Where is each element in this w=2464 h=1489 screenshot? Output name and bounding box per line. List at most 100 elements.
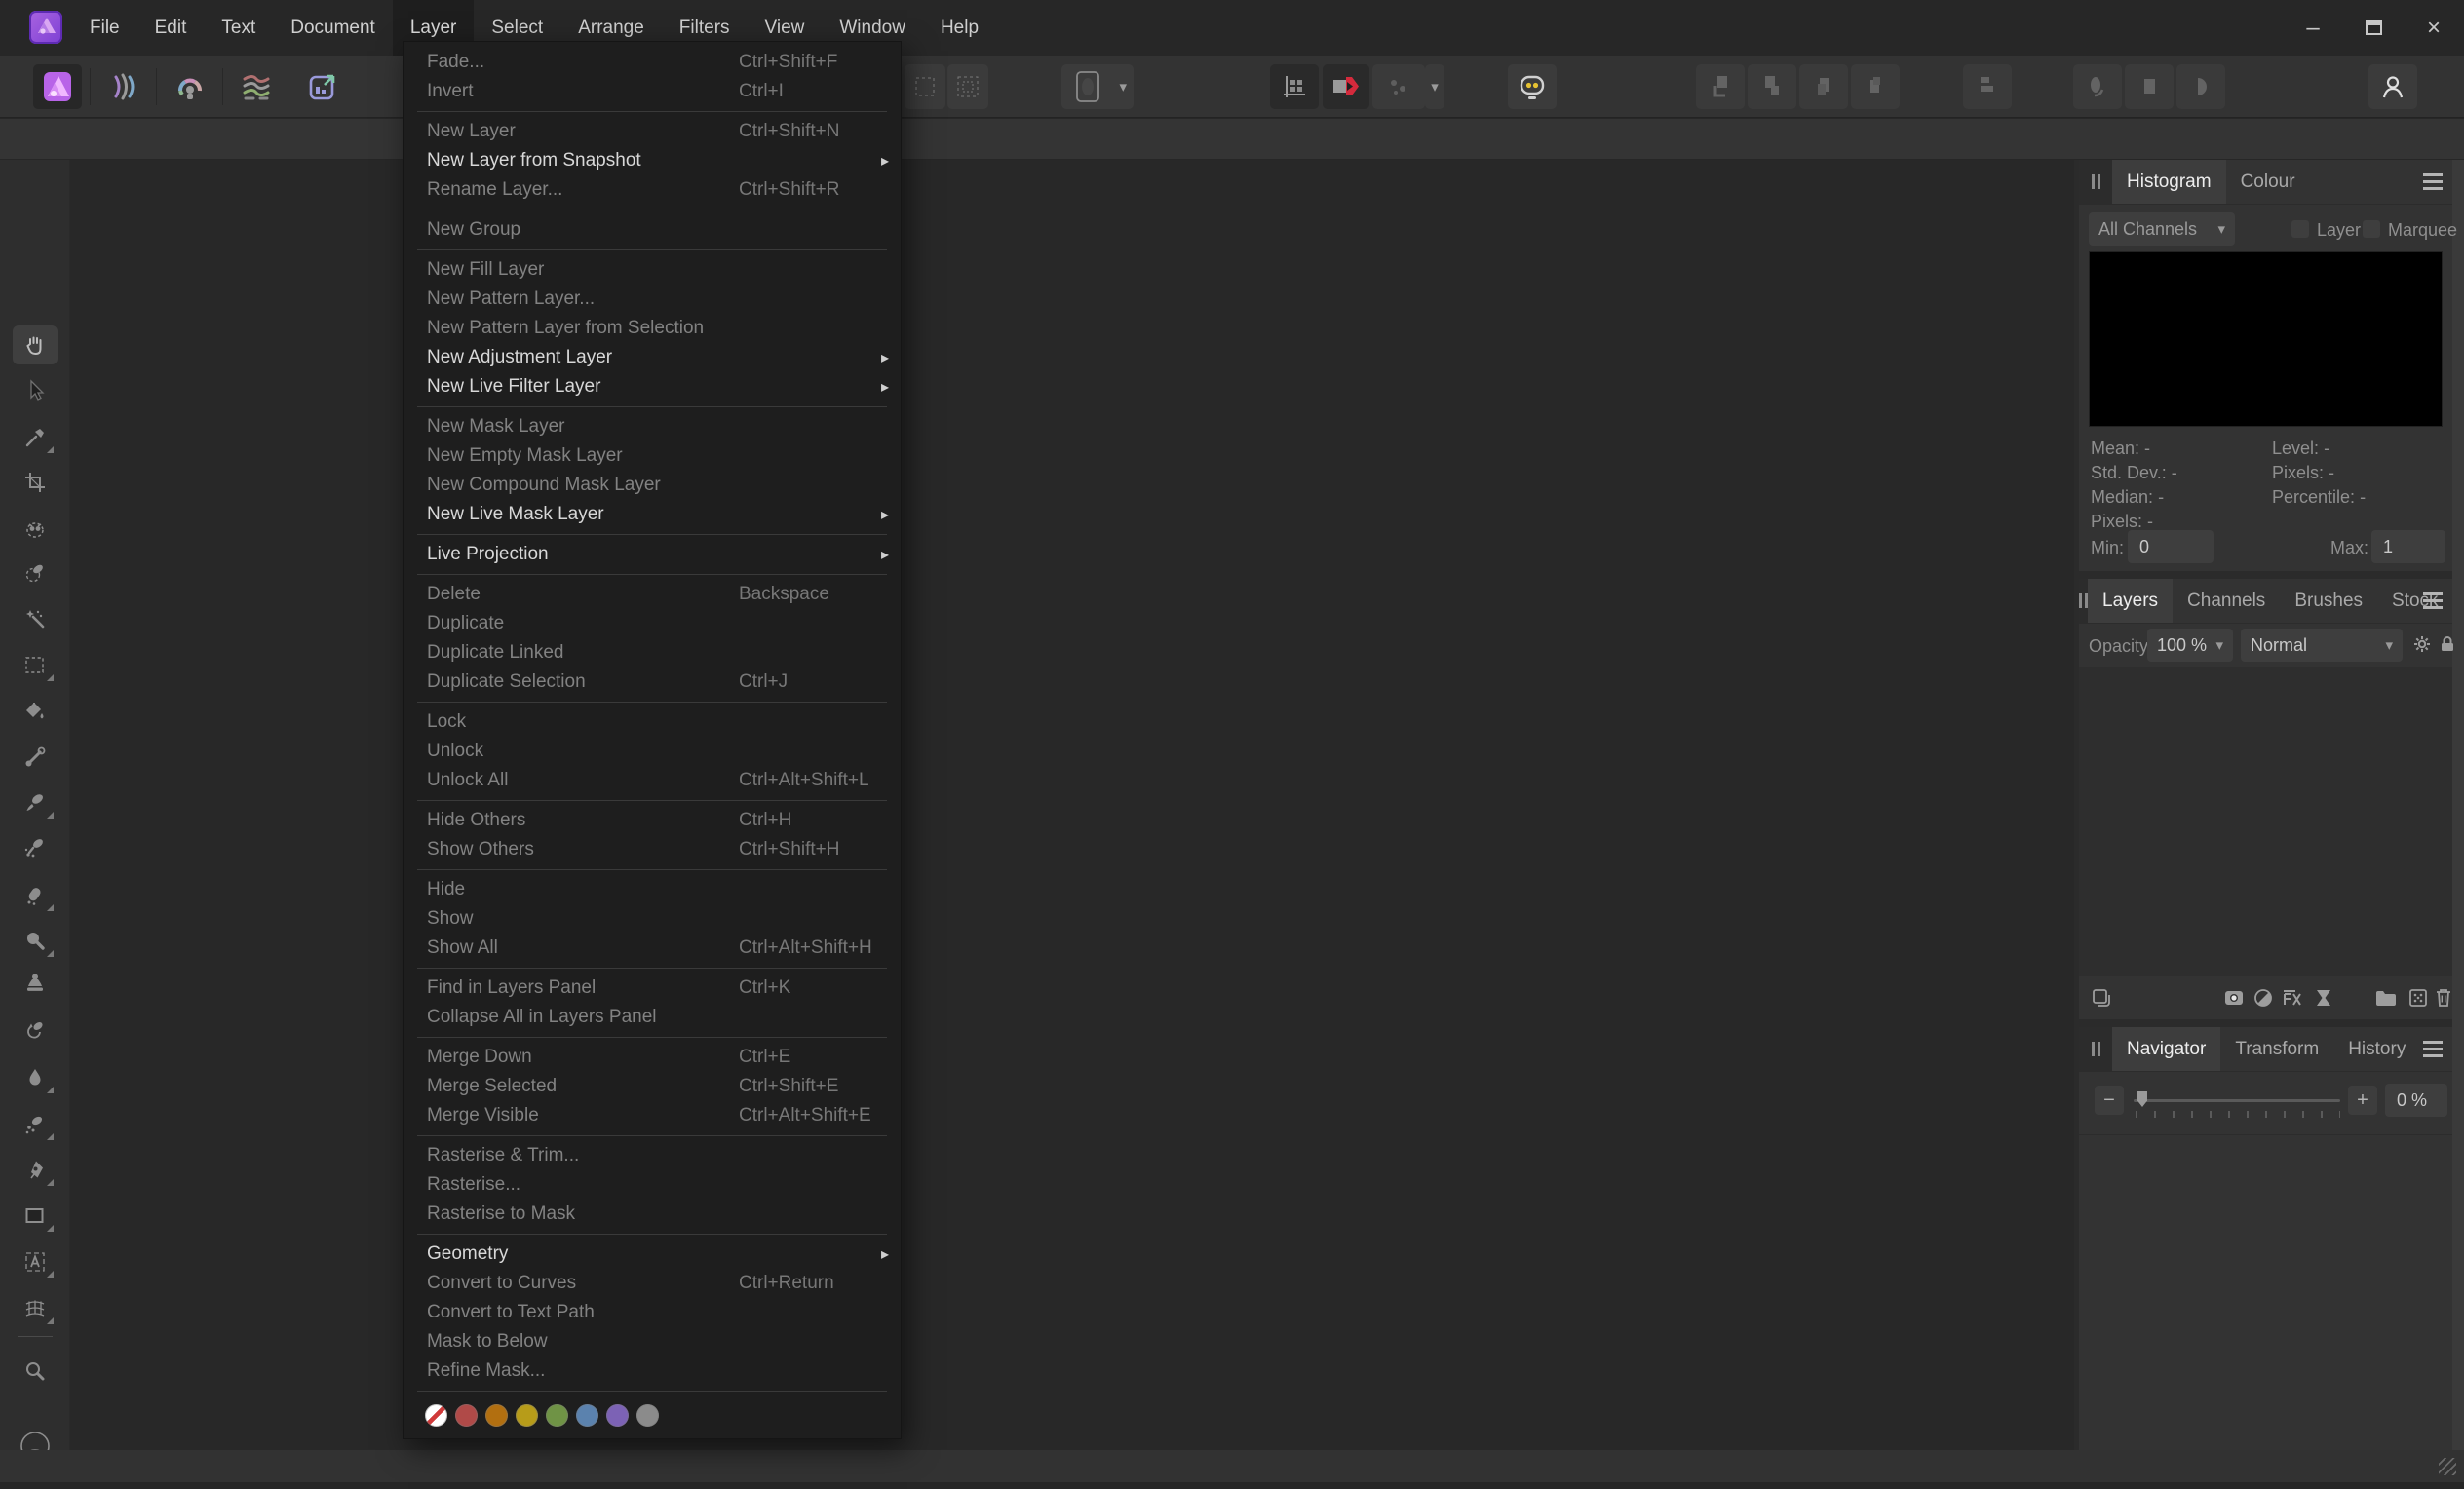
move-to-back-button[interactable]	[1851, 64, 1900, 109]
gradient-tool[interactable]	[13, 738, 58, 777]
menu-item-delete[interactable]: Delete Backspace	[404, 580, 901, 609]
text-tool[interactable]	[13, 1242, 58, 1281]
menu-item-collapse-all-in-layers-panel[interactable]: Collapse All in Layers Panel	[404, 1003, 901, 1032]
menu-item-rasterise-and-trim[interactable]: Rasterise & Trim...	[404, 1141, 901, 1170]
colour-picker-tool[interactable]	[13, 418, 58, 457]
menu-separator[interactable]	[404, 401, 901, 412]
tag-grey[interactable]	[636, 1404, 659, 1427]
menu-item-duplicate[interactable]: Duplicate	[404, 609, 901, 638]
align-button[interactable]	[2073, 64, 2122, 109]
menu-item-geometry[interactable]: Geometry ▸	[404, 1240, 901, 1269]
move-tool[interactable]	[13, 371, 58, 410]
tag-none[interactable]	[425, 1404, 447, 1427]
menu-text[interactable]: Text	[204, 0, 273, 56]
zoom-out-button[interactable]: −	[2095, 1086, 2124, 1115]
pen-tool[interactable]	[13, 1151, 58, 1190]
pixel-selection-button[interactable]	[905, 64, 945, 109]
close-button[interactable]: ×	[2404, 0, 2464, 56]
menu-item-fade[interactable]: Fade... Ctrl+Shift+F	[404, 48, 901, 77]
mesh-warp-tool[interactable]	[13, 1289, 58, 1328]
menu-item-duplicate-linked[interactable]: Duplicate Linked	[404, 638, 901, 668]
panel-menu-icon[interactable]	[2423, 173, 2443, 190]
account-button[interactable]	[2368, 64, 2417, 109]
menu-item-new-fill-layer[interactable]: New Fill Layer	[404, 255, 901, 285]
tag-red[interactable]	[455, 1404, 478, 1427]
colour-replacement-brush-tool[interactable]	[13, 828, 58, 867]
opacity-dropdown[interactable]: 100 % ▾	[2147, 629, 2233, 662]
liquify-persona-button[interactable]	[99, 64, 148, 109]
menu-item-rasterise[interactable]: Rasterise...	[404, 1170, 901, 1200]
panel-menu-icon[interactable]	[2423, 592, 2443, 609]
view-tool[interactable]	[13, 325, 58, 364]
menu-item-new-layer-from-snapshot[interactable]: New Layer from Snapshot ▸	[404, 146, 901, 175]
menu-item-convert-to-text-path[interactable]: Convert to Text Path	[404, 1298, 901, 1327]
move-backward-button[interactable]	[1799, 64, 1848, 109]
tab-colour[interactable]: Colour	[2226, 160, 2310, 204]
menu-item-hide-others[interactable]: Hide Others Ctrl+H	[404, 806, 901, 835]
tag-blue[interactable]	[576, 1404, 598, 1427]
minimize-button[interactable]: –	[2283, 0, 2343, 56]
menu-item-find-in-layers-panel[interactable]: Find in Layers Panel Ctrl+K	[404, 974, 901, 1003]
menu-item-merge-visible[interactable]: Merge Visible Ctrl+Alt+Shift+E	[404, 1101, 901, 1130]
crop-tool[interactable]	[13, 463, 58, 502]
menu-item-duplicate-selection[interactable]: Duplicate Selection Ctrl+J	[404, 668, 901, 697]
object-selection-tool[interactable]	[13, 510, 58, 549]
maximize-button[interactable]	[2343, 0, 2404, 56]
channel-select[interactable]: All Channels ▾	[2089, 212, 2235, 246]
menu-help[interactable]: Help	[923, 0, 996, 56]
distribute-button[interactable]	[2125, 64, 2174, 109]
menu-document[interactable]: Document	[273, 0, 393, 56]
smudge-tool[interactable]	[13, 1105, 58, 1144]
tag-orange[interactable]	[485, 1404, 508, 1427]
menu-separator[interactable]	[404, 864, 901, 875]
menu-item-convert-to-curves[interactable]: Convert to Curves Ctrl+Return	[404, 1269, 901, 1298]
duplicate-layer-icon[interactable]	[2087, 984, 2116, 1012]
gear-icon[interactable]	[2408, 630, 2436, 658]
blur-tool[interactable]	[13, 1058, 58, 1097]
snapping-toggle-button[interactable]	[1270, 64, 1319, 109]
rectangle-tool[interactable]	[13, 1197, 58, 1236]
layer-effects-icon[interactable]	[2278, 984, 2307, 1012]
trash-icon[interactable]	[2431, 984, 2456, 1012]
develop-persona-button[interactable]	[166, 64, 214, 109]
window-resize-grip[interactable]	[2439, 1458, 2456, 1475]
erase-brush-tool[interactable]	[13, 876, 58, 915]
menu-item-new-live-mask-layer[interactable]: New Live Mask Layer ▸	[404, 500, 901, 529]
menu-item-refine-mask[interactable]: Refine Mask...	[404, 1356, 901, 1386]
clone-stamp-tool[interactable]	[13, 964, 58, 1003]
menu-item-new-layer[interactable]: New Layer Ctrl+Shift+N	[404, 117, 901, 146]
tag-purple[interactable]	[606, 1404, 629, 1427]
new-pixel-layer-icon[interactable]	[2404, 984, 2433, 1012]
zoom-slider-thumb[interactable]	[2137, 1091, 2147, 1107]
menu-item-new-mask-layer[interactable]: New Mask Layer	[404, 412, 901, 441]
menu-separator[interactable]	[404, 1386, 901, 1396]
adjustment-layer-icon[interactable]	[2249, 984, 2278, 1012]
max-input[interactable]: 1	[2371, 530, 2445, 563]
snapping-options-dropdown[interactable]: ▾	[1425, 64, 1444, 109]
dock-resize-gutter[interactable]	[2452, 160, 2464, 1450]
menu-separator[interactable]	[404, 1130, 901, 1141]
layer-checkbox[interactable]	[2291, 220, 2309, 238]
menu-item-new-pattern-layer[interactable]: New Pattern Layer...	[404, 285, 901, 314]
menu-edit[interactable]: Edit	[137, 0, 205, 56]
flood-select-tool[interactable]	[13, 599, 58, 638]
menu-separator[interactable]	[404, 1032, 901, 1043]
tab-histogram[interactable]: Histogram	[2112, 160, 2226, 204]
export-persona-button[interactable]	[298, 64, 347, 109]
menu-item-new-pattern-layer-from-selection[interactable]: New Pattern Layer from Selection	[404, 314, 901, 343]
menu-separator[interactable]	[404, 569, 901, 580]
zoom-in-button[interactable]: +	[2348, 1086, 2377, 1115]
layers-list[interactable]	[2079, 667, 2452, 976]
assistant-button[interactable]	[1508, 64, 1557, 109]
menu-item-rename-layer[interactable]: Rename Layer... Ctrl+Shift+R	[404, 175, 901, 205]
group-layers-icon[interactable]	[2371, 984, 2401, 1012]
menu-item-new-adjustment-layer[interactable]: New Adjustment Layer ▸	[404, 343, 901, 372]
menu-item-new-compound-mask-layer[interactable]: New Compound Mask Layer	[404, 471, 901, 500]
tab-channels[interactable]: Channels	[2173, 579, 2280, 623]
menu-item-new-live-filter-layer[interactable]: New Live Filter Layer ▸	[404, 372, 901, 401]
menu-item-invert[interactable]: Invert Ctrl+I	[404, 77, 901, 106]
panel-drag-handle[interactable]	[2079, 1027, 2112, 1071]
view-mode-dropdown[interactable]: ▾	[1061, 64, 1134, 109]
edit-all-layers-button[interactable]	[1963, 64, 2012, 109]
move-to-front-button[interactable]	[1696, 64, 1745, 109]
